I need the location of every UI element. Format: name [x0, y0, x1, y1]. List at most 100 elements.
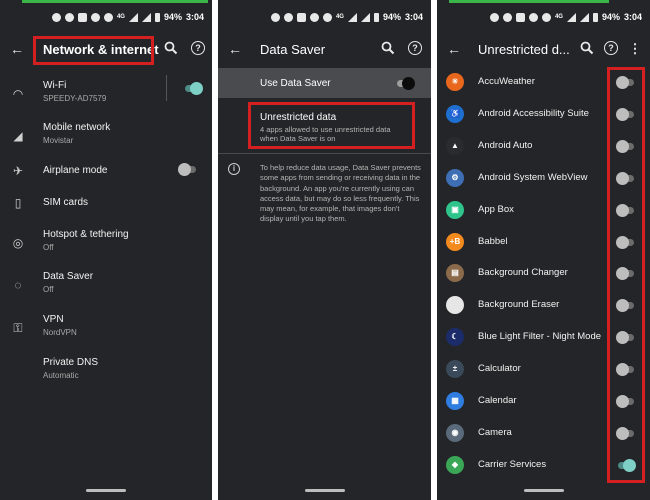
sim-card-icon: ▯	[14, 196, 22, 210]
back-arrow-icon[interactable]: ←	[228, 42, 242, 56]
item-title: Airplane mode	[43, 165, 108, 176]
top-edge-bar	[22, 0, 208, 3]
signal-icon	[141, 12, 151, 22]
gesture-bar[interactable]	[86, 489, 126, 492]
battery-percent: 94%	[382, 12, 401, 22]
top-edge-bar	[449, 0, 609, 3]
network-internet-screen: 4G 94% 3:04 ← Network & internet ? ◠ Wi-…	[0, 0, 212, 500]
data-saver-toggle[interactable]	[395, 77, 415, 90]
data-saver-screen: 4G 94% 3:04 ← Data Saver ? Use Data Save…	[218, 0, 431, 500]
signal-icon	[128, 12, 138, 22]
airplane-icon: ✈	[12, 164, 24, 178]
app-name: Blue Light Filter - Night Mode	[478, 331, 602, 342]
item-title: VPN	[43, 314, 64, 325]
back-arrow-icon[interactable]: ←	[447, 42, 461, 56]
app-name: AccuWeather	[478, 76, 535, 87]
status-bar: 4G 94% 3:04	[270, 10, 423, 24]
toolbar: ← Unrestricted d... ? ⋮	[437, 36, 650, 64]
app-name: Calendar	[478, 395, 517, 406]
list-item-hotspot[interactable]: ◎ Hotspot & tethering Off	[0, 229, 212, 269]
list-item-vpn[interactable]: ⚿ VPN NordVPN	[0, 314, 212, 354]
battery-icon	[154, 12, 160, 22]
app-icon: ⚙	[446, 169, 464, 187]
more-options-icon[interactable]: ⋮	[627, 41, 643, 57]
app-icon	[446, 296, 464, 314]
app-icon: ♿	[446, 105, 464, 123]
wifi-toggle[interactable]	[183, 82, 203, 95]
list-item-data-saver[interactable]: ◌ Data Saver Off	[0, 271, 212, 311]
clock: 3:04	[404, 12, 423, 22]
vpn-key-icon: ⚿	[13, 321, 23, 335]
unrestricted-data-screen: 4G 94% 3:04 ← Unrestricted d... ? ⋮ ☀ Acc…	[437, 0, 650, 500]
notification-icon	[489, 12, 499, 22]
help-icon[interactable]: ?	[604, 41, 618, 55]
airplane-toggle[interactable]	[178, 163, 198, 176]
gesture-bar[interactable]	[304, 489, 345, 492]
notification-icon	[103, 12, 113, 22]
toolbar: ← Data Saver ?	[218, 36, 431, 64]
app-name: Android System WebView	[478, 172, 588, 183]
app-name: Android Auto	[478, 140, 533, 151]
item-title: Hotspot & tethering	[43, 229, 129, 240]
notification-icon	[51, 12, 61, 22]
hotspot-icon: ◎	[12, 236, 24, 250]
list-item-private-dns[interactable]: Private DNS Automatic	[0, 357, 212, 397]
app-name: Carrier Services	[478, 459, 547, 470]
notification-icon	[283, 12, 293, 22]
search-icon[interactable]	[579, 41, 595, 57]
item-subtitle: SPEEDY-AD7579	[43, 94, 107, 103]
item-title: SIM cards	[43, 197, 89, 208]
notification-icon	[515, 12, 525, 22]
notification-icon	[90, 12, 100, 22]
signal-icon	[347, 12, 357, 22]
app-icon: ◉	[446, 424, 464, 442]
notification-icon	[528, 12, 538, 22]
app-icon: ±	[446, 360, 464, 378]
app-name: App Box	[478, 204, 514, 215]
item-title: Private DNS	[43, 357, 99, 368]
notification-icon	[270, 12, 280, 22]
cellular-signal-icon: ◢	[13, 129, 23, 143]
notification-icon	[322, 12, 332, 22]
signal-icon	[579, 12, 589, 22]
gesture-bar[interactable]	[523, 489, 564, 492]
app-icon: ▣	[446, 201, 464, 219]
search-icon[interactable]	[380, 41, 396, 57]
item-title: Wi-Fi	[43, 80, 67, 91]
page-title: Data Saver	[260, 42, 326, 57]
signal-icon	[566, 12, 576, 22]
network-type: 4G	[116, 14, 125, 20]
network-type: 4G	[554, 14, 563, 20]
notification-icon	[541, 12, 551, 22]
item-subtitle: NordVPN	[43, 328, 77, 337]
app-name: Background Eraser	[478, 299, 560, 310]
help-icon[interactable]: ?	[408, 41, 422, 55]
notification-icon	[296, 12, 306, 22]
list-item-wifi[interactable]: ◠ Wi-Fi SPEEDY-AD7579	[0, 80, 212, 120]
app-name: Calculator	[478, 363, 521, 374]
info-icon: i	[228, 163, 240, 175]
app-name: Background Changer	[478, 267, 568, 278]
search-icon[interactable]	[163, 41, 179, 57]
battery-icon	[592, 12, 598, 22]
clock: 3:04	[185, 12, 204, 22]
item-subtitle: Automatic	[43, 371, 79, 380]
item-subtitle: Off	[43, 285, 54, 294]
back-arrow-icon[interactable]: ←	[10, 42, 24, 56]
notification-icon	[77, 12, 87, 22]
app-icon: ▤	[446, 264, 464, 282]
app-icon: ◆	[446, 456, 464, 474]
highlight-box	[33, 36, 154, 65]
data-saver-icon: ◌	[14, 278, 22, 292]
highlight-box	[607, 67, 645, 483]
app-icon: ▦	[446, 392, 464, 410]
app-name: Babbel	[478, 236, 508, 247]
item-subtitle: Off	[43, 243, 54, 252]
list-item-mobile-network[interactable]: ◢ Mobile network Movistar	[0, 122, 212, 162]
info-text: To help reduce data usage, Data Saver pr…	[260, 163, 421, 224]
notification-icon	[502, 12, 512, 22]
app-icon: ☀	[446, 73, 464, 91]
item-subtitle: Movistar	[43, 136, 74, 145]
wifi-icon: ◠	[12, 87, 24, 101]
help-icon[interactable]: ?	[191, 41, 205, 55]
